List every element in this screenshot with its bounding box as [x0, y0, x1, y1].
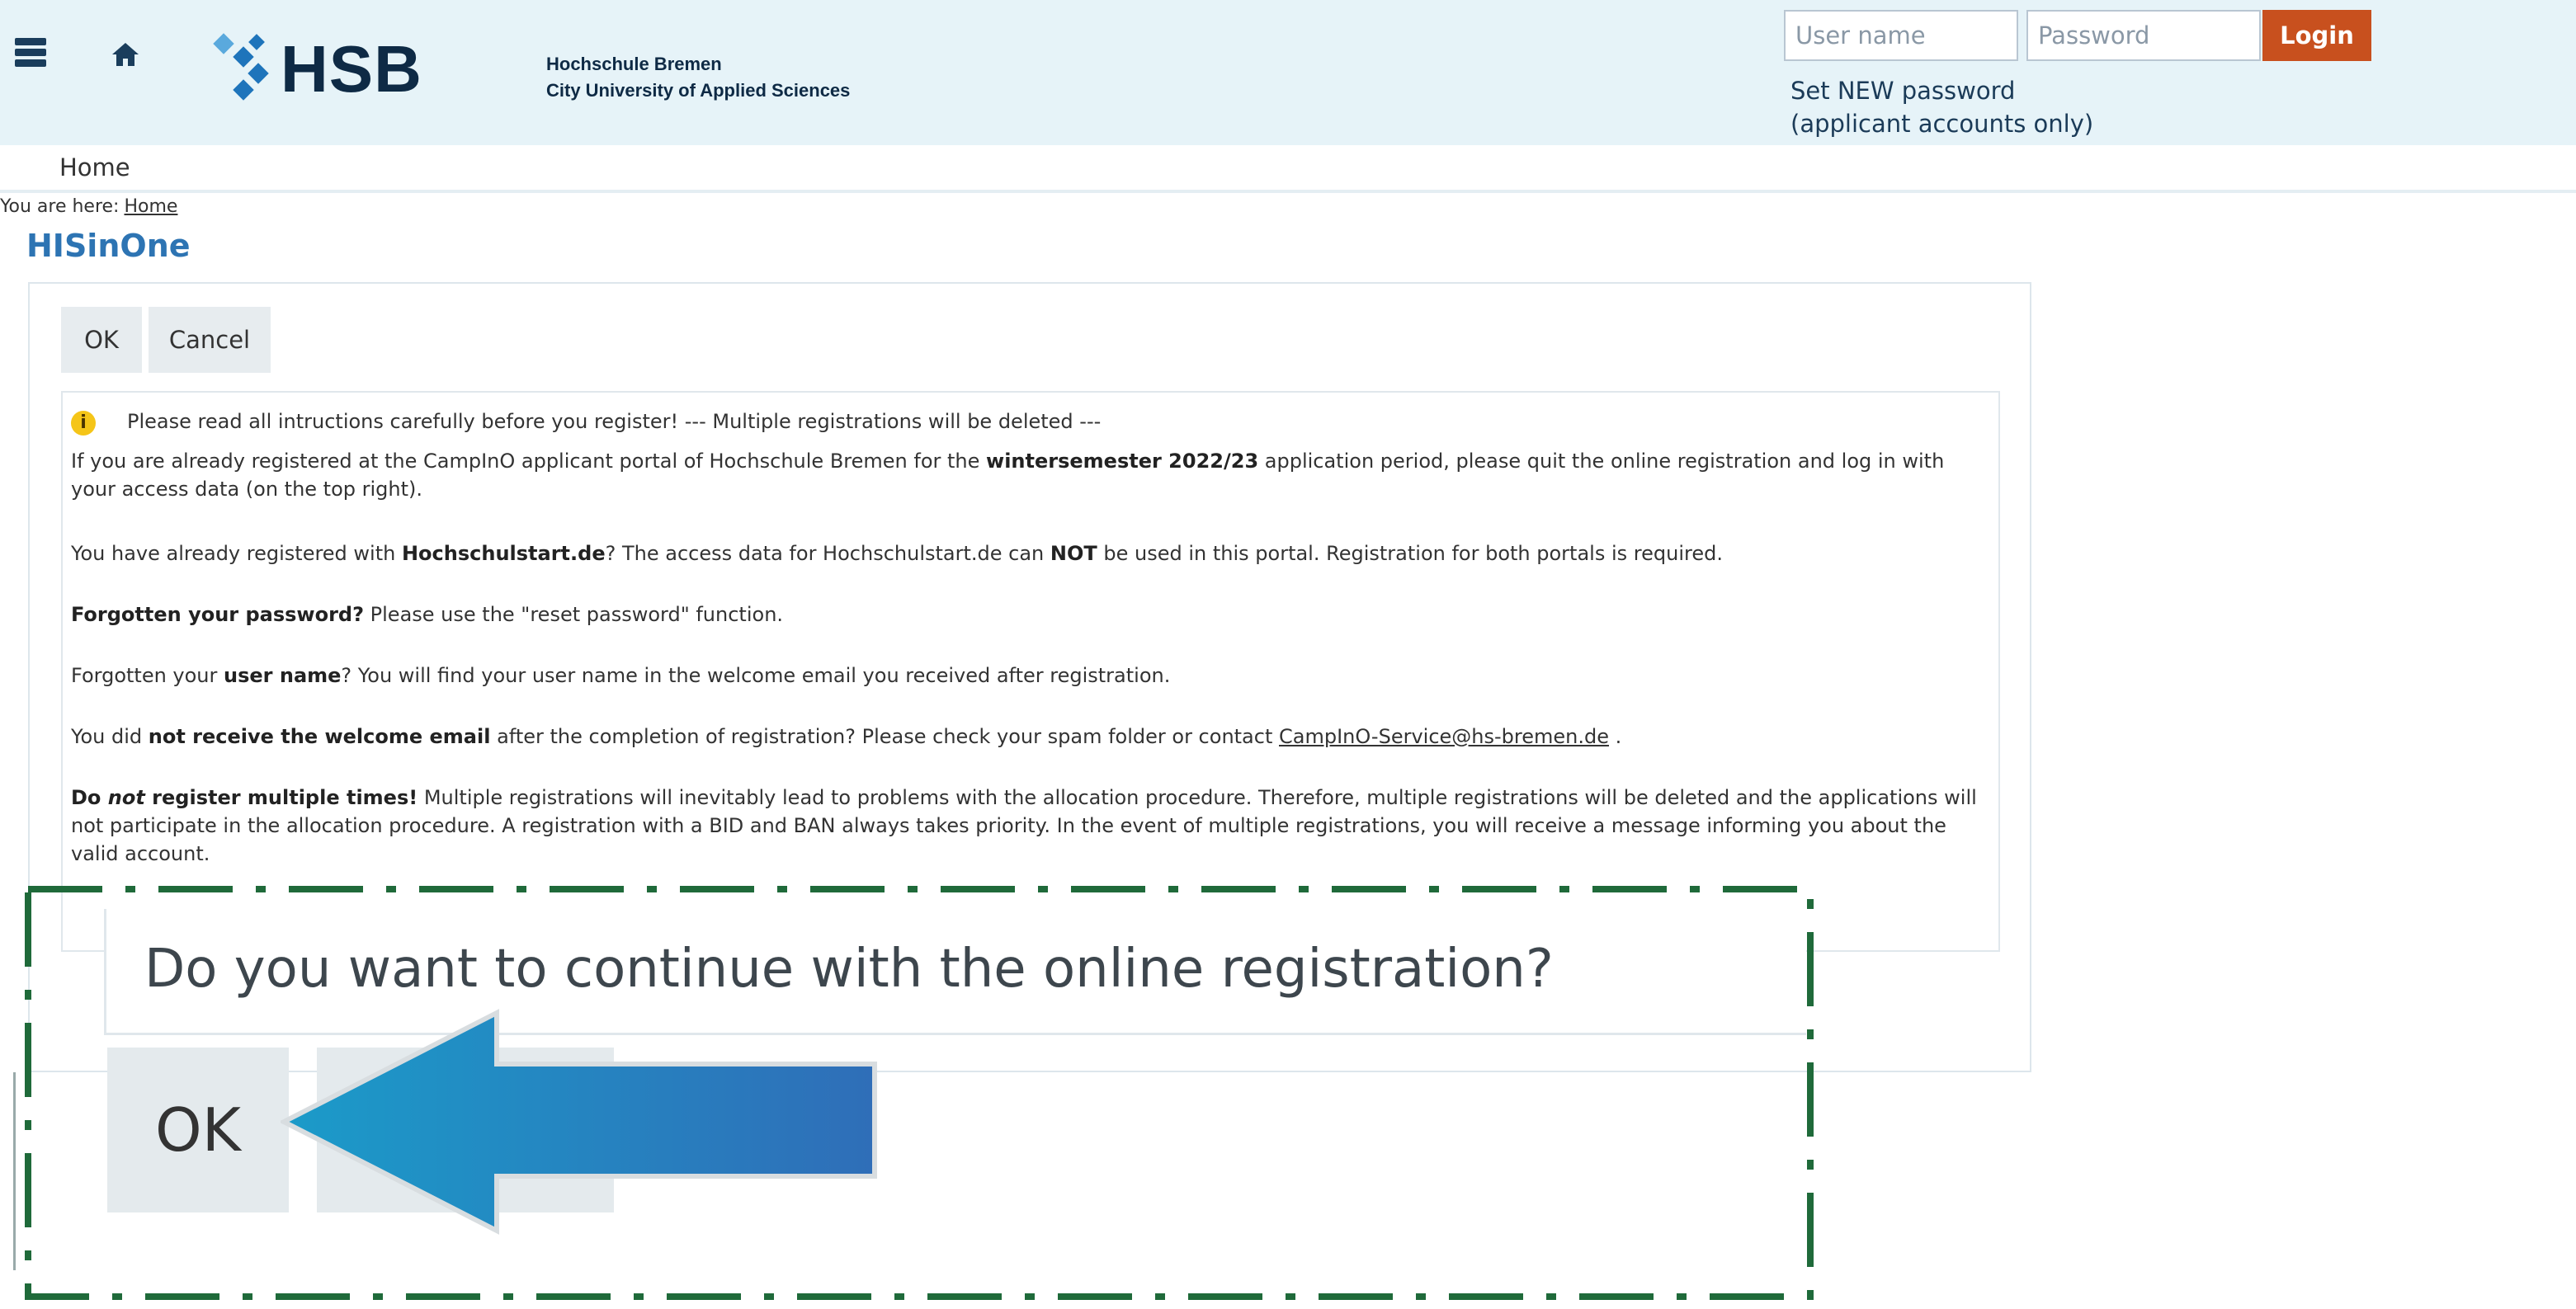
service-email-link[interactable]: CampInO-Service@hs-bremen.de [1279, 725, 1609, 748]
logo-text: HSB [281, 32, 422, 106]
menu-icon[interactable] [15, 38, 46, 67]
set-new-password-link[interactable]: Set NEW password (applicant accounts onl… [1790, 74, 2093, 140]
instructions-paragraph-3: Forgotten your password? Please use the … [71, 600, 1993, 629]
text: You have already registered with [71, 542, 402, 565]
cancel-button[interactable]: Cancel [149, 307, 271, 373]
instructions-paragraph-6: Do not register multiple times! Multiple… [71, 784, 1993, 868]
set-new-password-line1: Set NEW password [1790, 77, 2016, 105]
page-title: HISinOne [26, 228, 191, 264]
password-input[interactable] [2026, 10, 2261, 61]
breadcrumb-prefix: You are here: [0, 196, 120, 217]
instructions-paragraph-2: You have already registered with Hochsch… [71, 539, 1993, 567]
left-divider [13, 1072, 16, 1270]
text: Forgotten your [71, 664, 224, 687]
nav-item-home[interactable]: Home [59, 153, 130, 181]
home-icon[interactable] [111, 41, 140, 68]
text-bold: NOT [1050, 542, 1097, 565]
university-name-line2: City University of Applied Sciences [546, 80, 851, 101]
text: ? The access data for Hochschulstart.de … [605, 542, 1050, 565]
text-bold: Hochschulstart.de [401, 542, 606, 565]
text: be used in this portal. Registration for… [1097, 542, 1723, 565]
university-name: Hochschule Bremen City University of App… [546, 51, 850, 104]
text: Please use the "reset password" function… [364, 603, 784, 626]
text-bold: Forgotten your password? [71, 603, 365, 626]
text: You did [71, 725, 149, 748]
info-icon: i [71, 411, 96, 436]
instructions-headline: Please read all intructions carefully be… [127, 410, 1102, 433]
header: HSB Hochschule Bremen City University of… [0, 0, 2576, 145]
hsb-logo-icon [213, 33, 269, 101]
zoom-dashed-frame [25, 886, 1814, 1300]
breadcrumb: You are here: Home [0, 196, 177, 217]
university-name-line1: Hochschule Bremen [546, 54, 722, 74]
instructions-paragraph-4: Forgotten your user name? You will find … [71, 662, 1993, 690]
instructions-paragraph-5: You did not receive the welcome email af… [71, 723, 1993, 751]
text-bold: Do [71, 786, 108, 809]
text: If you are already registered at the Cam… [71, 450, 987, 473]
text: . [1608, 725, 1622, 748]
set-new-password-line2: (applicant accounts only) [1790, 110, 2094, 138]
text-bold: wintersemester 2022/23 [986, 450, 1259, 473]
text-bold-italic: not [107, 786, 145, 809]
breadcrumb-home-link[interactable]: Home [124, 196, 177, 217]
text-bold: user name [224, 664, 342, 687]
login-button[interactable]: Login [2262, 10, 2371, 61]
ok-button[interactable]: OK [61, 307, 142, 373]
text: after the completion of registration? Pl… [490, 725, 1279, 748]
username-input[interactable] [1784, 10, 2018, 61]
text: ? You will find your user name in the we… [341, 664, 1171, 687]
instructions-paragraph-1: If you are already registered at the Cam… [71, 447, 1993, 503]
top-navigation: Home [0, 145, 2576, 193]
text-bold: register multiple times! [144, 786, 418, 809]
text-bold: not receive the welcome email [148, 725, 491, 748]
